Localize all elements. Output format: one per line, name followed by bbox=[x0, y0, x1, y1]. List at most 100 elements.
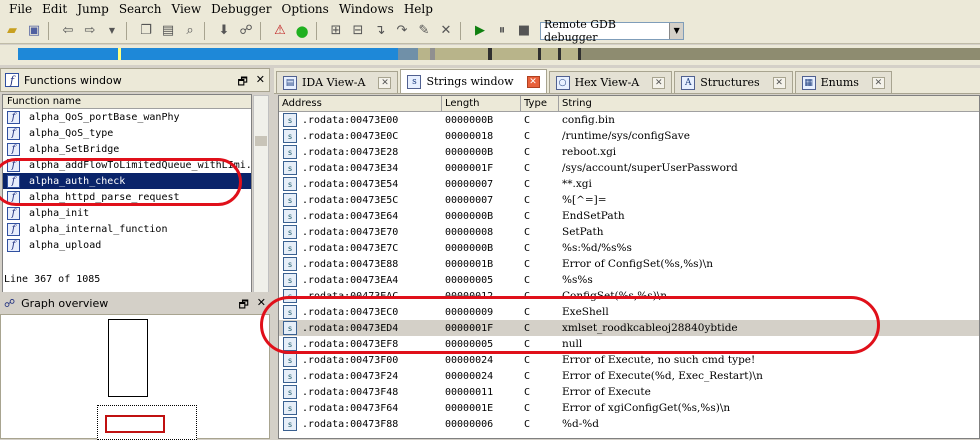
close-icon[interactable]: ✕ bbox=[256, 73, 265, 92]
tab-enums[interactable]: ▦ Enums ✕ bbox=[794, 71, 892, 93]
string-row[interactable]: s .rodata:00473E70 00000008 C SetPath bbox=[279, 224, 979, 240]
tab-structures[interactable]: A Structures ✕ bbox=[674, 71, 793, 93]
toolbar: ▰ ▣ ⇦ ⇨ ▼ ❐ ▤ ⌕ ⬇ ☍ ⚠ ● ⊞ ⊟ ↴ ↷ ✎ ✕ ▶ ⏸ … bbox=[0, 18, 980, 44]
restore-icon[interactable]: 🗗 bbox=[237, 73, 247, 92]
function-row[interactable]: f alpha_httpd_parse_request bbox=[3, 189, 251, 205]
string-row[interactable]: s .rodata:00473EF8 00000005 Cnull bbox=[279, 336, 979, 352]
string-row[interactable]: s .rodata:00473ED4 0000001F Cxmlset_roodkca… bbox=[279, 320, 979, 336]
string-row[interactable]: s .rodata:00473E0C 00000018 C/runtime/sys/c… bbox=[279, 128, 979, 144]
menu-options[interactable]: Options bbox=[277, 2, 334, 16]
string-row[interactable]: s .rodata:00473E7C 0000000B C %s:%d/%s%s bbox=[279, 240, 979, 256]
string-row[interactable]: s .rodata:00473F48 00000011 C Error of Execu… bbox=[279, 384, 979, 400]
string-row[interactable]: s .rodata:00473E64 0000000B C EndSetPath bbox=[279, 208, 979, 224]
tab-hex-view-a[interactable]: ○ Hex View-A ✕ bbox=[548, 71, 673, 93]
string-cell: Error of xgiConfigGet(%s,%s)\n bbox=[562, 402, 731, 414]
close-icon[interactable]: ✕ bbox=[772, 76, 786, 89]
string-cell: /sys/account/superUserPassword bbox=[562, 162, 738, 174]
menu-windows[interactable]: Windows bbox=[334, 2, 399, 16]
function-name-column-header[interactable]: Function name bbox=[3, 95, 251, 109]
graph-overview-canvas[interactable] bbox=[0, 314, 270, 440]
string-cell: config.bin bbox=[562, 114, 615, 126]
menu-search[interactable]: Search bbox=[114, 2, 167, 16]
scrollbar-thumb[interactable] bbox=[255, 136, 267, 146]
function-row[interactable]: f alpha_QoS_type bbox=[3, 125, 251, 141]
toolbar-separator bbox=[260, 21, 266, 40]
graph-icon[interactable]: ☍ bbox=[236, 21, 256, 41]
chevron-down-icon[interactable]: ▼ bbox=[102, 21, 122, 41]
length-cell: 0000001F bbox=[445, 322, 494, 334]
function-row[interactable]: f alpha_internal_function bbox=[3, 221, 251, 237]
string-row[interactable]: s .rodata:00473EA4 00000005 C %s%s bbox=[279, 272, 979, 288]
copy-icon[interactable]: ❐ bbox=[136, 21, 156, 41]
function-row[interactable]: f alpha_SetBridge bbox=[3, 141, 251, 157]
close-icon[interactable]: ✕ bbox=[526, 75, 540, 88]
debugger-select[interactable]: Remote GDB debugger ▼ bbox=[540, 18, 684, 44]
function-name: alpha_QoS_portBase_wanPhy bbox=[29, 111, 180, 123]
back-arrow-icon[interactable]: ⇦ bbox=[58, 21, 78, 41]
menu-help[interactable]: Help bbox=[399, 2, 438, 16]
string-row[interactable]: s .rodata:00473E5C 00000007 C %[^=]= bbox=[279, 192, 979, 208]
string-row[interactable]: s .rodata:00473F64 0000001E C Error of xgiCo… bbox=[279, 400, 979, 416]
string-row[interactable]: s .rodata:00473F88 00000006 C %d-%d bbox=[279, 416, 979, 432]
play-icon[interactable]: ▶ bbox=[470, 21, 490, 41]
function-row[interactable]: f alpha_init bbox=[3, 205, 251, 221]
restore-icon[interactable]: 🗗 bbox=[238, 296, 248, 315]
string-icon: s bbox=[283, 417, 297, 431]
length-cell: 00000024 bbox=[445, 354, 494, 366]
forward-arrow-icon[interactable]: ⇨ bbox=[80, 21, 100, 41]
string-row[interactable]: s .rodata:00473E28 0000000B Creboot.xgi bbox=[279, 144, 979, 160]
menu-jump[interactable]: Jump bbox=[72, 2, 114, 16]
search-icon[interactable]: ⌕ bbox=[180, 21, 200, 41]
download-arrow-icon[interactable]: ⬇ bbox=[214, 21, 234, 41]
remove-breakpoint-icon[interactable]: ⊟ bbox=[348, 21, 368, 41]
close-icon[interactable]: ✕ bbox=[652, 76, 666, 89]
string-icon: s bbox=[283, 337, 297, 351]
close-icon[interactable]: ✕ bbox=[871, 76, 885, 89]
address-cell: s .rodata:00473ED4 bbox=[279, 321, 442, 335]
string-row[interactable]: s .rodata:00473EC0 00000009 C ExeShell bbox=[279, 304, 979, 320]
function-row[interactable]: f alpha_addFlowToLimitedQueue_withLImi... bbox=[3, 157, 251, 173]
column-string[interactable]: String bbox=[559, 96, 979, 111]
string-row[interactable]: s .rodata:00473F24 00000024 C Error of Execu… bbox=[279, 368, 979, 384]
menu-edit[interactable]: Edit bbox=[37, 2, 72, 16]
pause-icon[interactable]: ⏸ bbox=[492, 21, 512, 41]
menu-file[interactable]: File bbox=[4, 2, 37, 16]
string-row[interactable]: s .rodata:00473E54 00000007 C **.xgi bbox=[279, 176, 979, 192]
navigation-strip[interactable] bbox=[18, 48, 980, 60]
string-cell: EndSetPath bbox=[562, 210, 625, 222]
column-type[interactable]: Type bbox=[521, 96, 559, 111]
close-icon[interactable]: ✕ bbox=[378, 76, 392, 89]
tab-strings-window[interactable]: s Strings window ✕ bbox=[400, 69, 547, 93]
step-over-icon[interactable]: ↷ bbox=[392, 21, 412, 41]
navigation-band[interactable] bbox=[0, 45, 980, 65]
close-x-icon[interactable]: ✕ bbox=[436, 21, 456, 41]
column-length[interactable]: Length bbox=[442, 96, 521, 111]
chevron-down-icon[interactable]: ▼ bbox=[669, 22, 683, 39]
stop-icon[interactable]: ■ bbox=[514, 21, 534, 41]
string-row[interactable]: s .rodata:00473F00 00000024 C Error of Execu… bbox=[279, 352, 979, 368]
menu-debugger[interactable]: Debugger bbox=[206, 2, 276, 16]
string-row[interactable]: s .rodata:00473E00 0000000B Cconfig.bin bbox=[279, 112, 979, 128]
paste-icon[interactable]: ▤ bbox=[158, 21, 178, 41]
function-row[interactable]: f alpha_QoS_portBase_wanPhy bbox=[3, 109, 251, 125]
function-row-selected[interactable]: f alpha_auth_check bbox=[3, 173, 251, 189]
string-row[interactable]: s .rodata:00473EAC 00000012 C ConfigSet(%s,%… bbox=[279, 288, 979, 304]
wand-icon[interactable]: ✎ bbox=[414, 21, 434, 41]
save-icon[interactable]: ▣ bbox=[24, 21, 44, 41]
function-row[interactable]: f alpha_upload bbox=[3, 237, 251, 253]
length-cell: 0000000B bbox=[445, 146, 494, 158]
open-folder-icon[interactable]: ▰ bbox=[2, 21, 22, 41]
string-row[interactable]: s .rodata:00473E34 0000001F C/sys/account/s… bbox=[279, 160, 979, 176]
tab-ida-view-a[interactable]: ▤ IDA View-A ✕ bbox=[276, 71, 399, 93]
length-cell: 0000000B bbox=[445, 114, 494, 126]
string-row[interactable]: s .rodata:00473E88 0000001B C Error of Confi… bbox=[279, 256, 979, 272]
close-icon[interactable]: ✕ bbox=[257, 296, 266, 315]
column-address[interactable]: Address bbox=[279, 96, 442, 111]
step-into-icon[interactable]: ↴ bbox=[370, 21, 390, 41]
add-breakpoint-icon[interactable]: ⊞ bbox=[326, 21, 346, 41]
menu-view[interactable]: View bbox=[167, 2, 207, 16]
length-cell: 00000011 bbox=[445, 386, 494, 398]
function-name: alpha_httpd_parse_request bbox=[29, 191, 180, 203]
green-circle-icon[interactable]: ● bbox=[292, 21, 312, 41]
warning-icon[interactable]: ⚠ bbox=[270, 21, 290, 41]
